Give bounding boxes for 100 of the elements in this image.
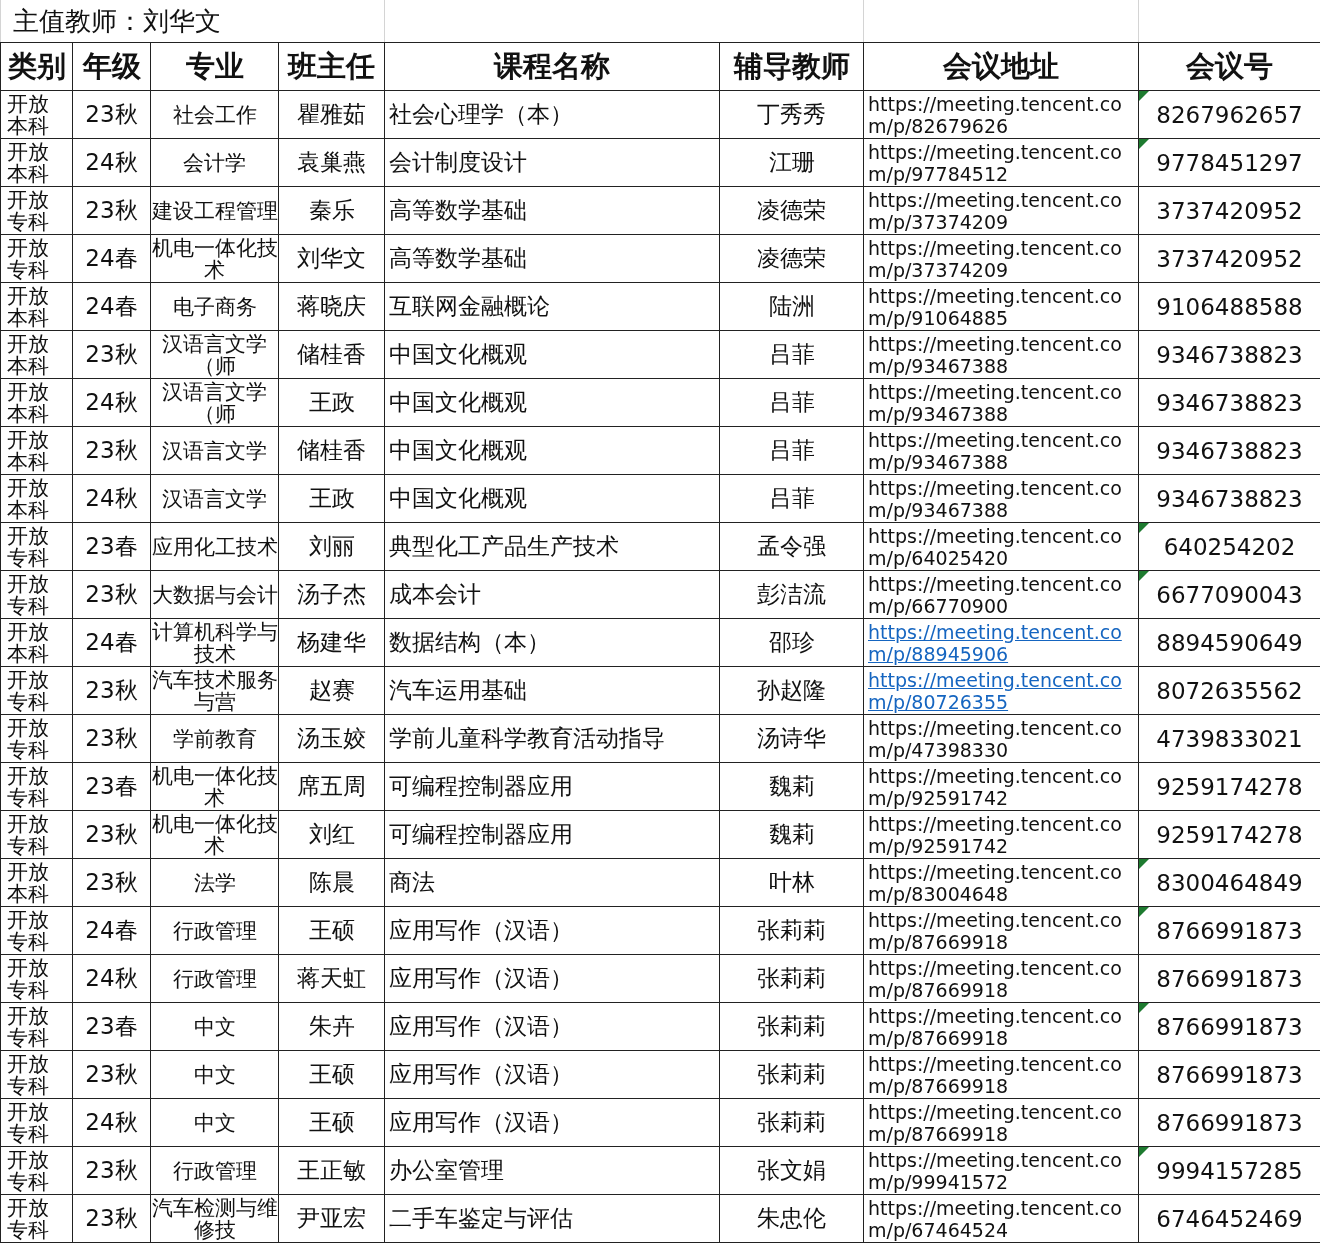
table-cell: 社会心理学（本） xyxy=(389,101,573,127)
table-cell: 叶林 xyxy=(768,869,815,895)
table-cell: 汉语言文学（师 xyxy=(162,379,267,426)
table-cell: 24秋 xyxy=(85,965,138,991)
table-cell: 8766991873 xyxy=(1156,1013,1303,1040)
table-cell: 应用写作（汉语） xyxy=(389,917,573,943)
table-cell-text: 开放本科 xyxy=(7,860,50,905)
table-cell: 应用化工技术 xyxy=(151,534,278,559)
table-cell: 中文 xyxy=(193,1110,236,1135)
table-cell-text: 开放专科 xyxy=(7,1148,50,1193)
table-cell: 23春 xyxy=(85,1013,138,1039)
table-cell: 电子商务 xyxy=(172,294,257,319)
table-cell: 刘华文 xyxy=(297,245,366,271)
table-cell: 吕菲 xyxy=(768,437,815,463)
number-as-text-indicator-icon xyxy=(1139,571,1149,581)
table-cell: 9346738823 xyxy=(1156,437,1303,464)
table-cell: 24春 xyxy=(85,245,138,271)
table-cell: 8072635562 xyxy=(1156,677,1303,704)
table-cell: 8766991873 xyxy=(1156,965,1303,992)
table-cell: 刘红 xyxy=(308,821,355,847)
table-cell: 汉语言文学 xyxy=(162,438,267,463)
table-cell: 应用写作（汉语） xyxy=(389,1013,573,1039)
table-cell: 中国文化概观 xyxy=(389,437,527,463)
table-cell: 23秋 xyxy=(85,677,138,703)
table-cell-text: 开放本科 xyxy=(7,476,50,521)
table-cell-text: 开放本科 xyxy=(7,284,50,329)
sheet-title: 主值教师：刘华文 xyxy=(13,5,221,36)
table-cell: 应用写作（汉语） xyxy=(389,965,573,991)
table-cell: 9346738823 xyxy=(1156,341,1303,368)
table-cell: 张文娟 xyxy=(757,1157,826,1183)
table-cell: 互联网金融概论 xyxy=(389,293,550,319)
table-cell: 张莉莉 xyxy=(757,965,826,991)
table-cell-text: 开放专科 xyxy=(7,812,50,857)
table-cell: 8766991873 xyxy=(1156,1109,1303,1136)
table-cell: 23春 xyxy=(85,773,138,799)
table-cell: 汽车技术服务与营 xyxy=(151,667,278,714)
table-cell: 学前儿童科学教育活动指导 xyxy=(389,725,665,751)
table-cell: 会计制度设计 xyxy=(389,149,527,175)
number-as-text-indicator-icon xyxy=(1139,139,1149,149)
table-cell: 3737420952 xyxy=(1156,245,1303,272)
table-cell-text: 开放本科 xyxy=(7,140,50,185)
table-cell: 汉语言文学（师 xyxy=(162,331,267,378)
table-cell-text: 开放专科 xyxy=(7,908,50,953)
table-cell: 汽车检测与维修技 xyxy=(151,1195,278,1242)
table-cell: 9346738823 xyxy=(1156,485,1303,512)
table-cell: 杨建华 xyxy=(297,629,366,655)
table-cell: 邵珍 xyxy=(768,629,815,655)
table-cell: 高等数学基础 xyxy=(389,197,527,223)
column-header: 会议地址 xyxy=(863,42,1139,91)
table-cell: 汤诗华 xyxy=(757,725,826,751)
table-cell: 王正敏 xyxy=(297,1157,366,1183)
table-cell: 魏莉 xyxy=(768,821,815,847)
table-cell: 24秋 xyxy=(85,149,138,175)
table-cell: 6746452469 xyxy=(1156,1205,1303,1232)
table-cell: 中国文化概观 xyxy=(389,341,527,367)
table-cell-text: 开放本科 xyxy=(7,620,50,665)
table-cell: 23秋 xyxy=(85,821,138,847)
table-cell: 二手车鉴定与评估 xyxy=(389,1205,573,1231)
table-cell: 汉语言文学 xyxy=(162,486,267,511)
table-cell: 计算机科学与技术 xyxy=(151,619,278,666)
table-cell-text: 开放专科 xyxy=(7,668,50,713)
table-cell: 8894590649 xyxy=(1156,629,1303,656)
table-cell: 彭洁流 xyxy=(757,581,826,607)
table-cell-text: 开放专科 xyxy=(7,1196,50,1241)
table-cell: 陆洲 xyxy=(768,293,815,319)
table-cell: 9994157285 xyxy=(1156,1157,1303,1184)
table-cell: 行政管理 xyxy=(172,966,257,991)
table-cell: 23秋 xyxy=(85,725,138,751)
table-cell: 蒋晓庆 xyxy=(297,293,366,319)
table-cell: 孙赵隆 xyxy=(757,677,826,703)
table-cell-text: 开放专科 xyxy=(7,1100,50,1145)
table-cell: 9346738823 xyxy=(1156,389,1303,416)
table-cell: 8766991873 xyxy=(1156,1061,1303,1088)
table-cell: 办公室管理 xyxy=(389,1157,504,1183)
table-cell: 江珊 xyxy=(768,149,815,175)
url-link[interactable]: https://meeting.tencent.com/p/80726355 xyxy=(864,668,1138,713)
table-cell: 8300464849 xyxy=(1156,869,1303,896)
table-cell: 秦乐 xyxy=(308,197,355,223)
table-cell-text: 开放专科 xyxy=(7,188,50,233)
table-cell: 8267962657 xyxy=(1156,101,1303,128)
table-cell: 会计学 xyxy=(183,150,246,175)
table-cell: 储桂香 xyxy=(297,341,366,367)
table-cell-text: 开放本科 xyxy=(7,380,50,425)
table-cell: 机电一体化技术 xyxy=(151,811,278,858)
table-cell: 储桂香 xyxy=(297,437,366,463)
table-cell: 23秋 xyxy=(85,1205,138,1231)
table-cell: 23秋 xyxy=(85,437,138,463)
table-cell: 中国文化概观 xyxy=(389,389,527,415)
table-cell: 9106488588 xyxy=(1156,293,1303,320)
table-cell: 中文 xyxy=(193,1014,236,1039)
table-cell: 尹亚宏 xyxy=(297,1205,366,1231)
table-cell: 王政 xyxy=(308,485,355,511)
table-cell: 640254202 xyxy=(1163,533,1296,560)
table-cell: 张莉莉 xyxy=(757,1061,826,1087)
table-cell: 中国文化概观 xyxy=(389,485,527,511)
table-cell: 袁巢燕 xyxy=(297,149,366,175)
table-cell-text: 开放专科 xyxy=(7,764,50,809)
table-cell: 成本会计 xyxy=(389,581,481,607)
table-cell-text: 开放本科 xyxy=(7,332,50,377)
table-cell: 瞿雅茹 xyxy=(297,101,366,127)
